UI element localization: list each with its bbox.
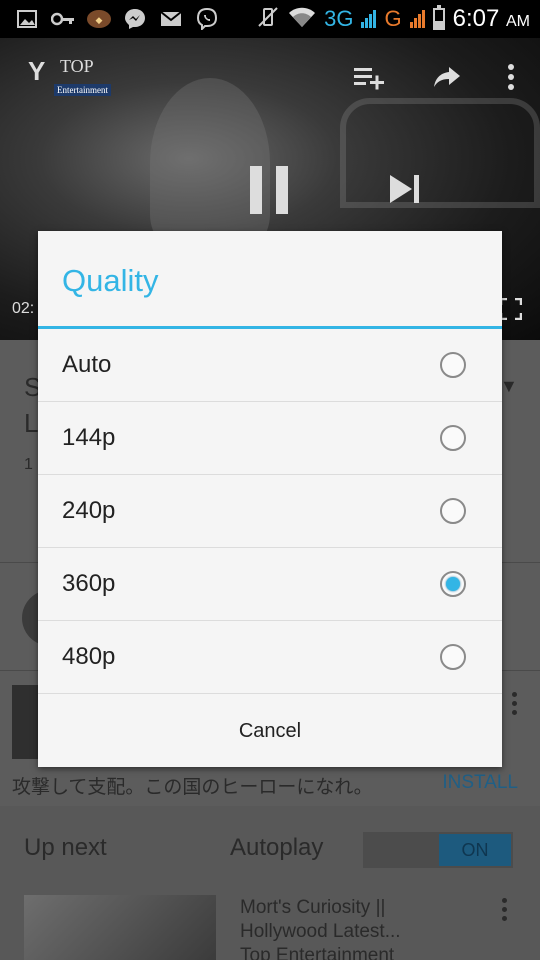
clock-time: 6:07 — [452, 5, 500, 32]
logo-mark-icon: Y — [28, 56, 46, 86]
pause-icon-bar-right — [276, 166, 288, 214]
quality-option-360p[interactable]: 360p — [38, 548, 502, 621]
add-to-playlist-icon[interactable] — [352, 60, 386, 94]
quality-option-label: 240p — [62, 497, 116, 524]
ad-more-options-icon[interactable] — [512, 692, 518, 719]
install-button[interactable]: INSTALL — [442, 772, 518, 794]
quality-option-label: Auto — [62, 351, 112, 378]
next-video-info[interactable]: Mort's Curiosity || Hollywood Latest... … — [240, 896, 430, 960]
vibrate-mute-icon — [256, 5, 280, 33]
up-next-section: Up next Autoplay ON Mort's Curiosity || … — [0, 806, 540, 960]
notification-icons: ◆ — [14, 5, 220, 33]
quality-dialog: Quality Auto 144p 240p 360p 480p Cancel — [38, 231, 502, 767]
autoplay-label: Autoplay — [230, 834, 324, 861]
next-video-icon[interactable] — [388, 172, 422, 206]
next-video-thumbnail[interactable] — [24, 895, 216, 960]
cancel-button[interactable]: Cancel — [38, 695, 502, 767]
wifi-icon — [288, 6, 316, 32]
quality-options-list: Auto 144p 240p 360p 480p — [38, 329, 502, 694]
clock: 6:07 AM — [453, 5, 530, 33]
network-3g-label: 3G — [324, 6, 354, 31]
viber-icon — [194, 8, 220, 30]
autoplay-toggle-state: ON — [439, 834, 511, 866]
network-g-label: G — [384, 6, 402, 31]
gmail-icon — [158, 8, 184, 30]
clock-ampm: AM — [506, 13, 530, 30]
quality-option-480p[interactable]: 480p — [38, 621, 502, 694]
svg-text:◆: ◆ — [96, 16, 103, 26]
signal-strength-sim2-icon — [409, 10, 425, 28]
next-video-channel: Top Entertainment — [240, 945, 395, 960]
radio-button[interactable] — [440, 352, 466, 378]
messenger-icon — [122, 8, 148, 30]
ad-description: 攻撃して支配。この国のヒーローになれ。 — [12, 776, 373, 798]
battery-icon — [432, 5, 445, 30]
logo-text: TOP — [60, 56, 94, 76]
quality-option-label: 360p — [62, 570, 116, 597]
video-title-fragment-2: L — [24, 408, 39, 438]
video-meta-fragment: 1 — [24, 456, 33, 473]
radio-button[interactable] — [440, 644, 466, 670]
signal-strength-icon — [361, 10, 377, 28]
radio-button[interactable] — [440, 425, 466, 451]
video-frame-figure — [150, 78, 270, 248]
fullscreen-icon[interactable] — [499, 297, 523, 321]
game-icon: ◆ — [86, 8, 112, 30]
pause-icon-bar-left — [250, 166, 262, 214]
more-options-icon[interactable] — [494, 60, 528, 94]
share-icon[interactable] — [430, 60, 464, 94]
quality-option-240p[interactable]: 240p — [38, 475, 502, 548]
up-next-label: Up next — [24, 834, 107, 861]
video-frame-car — [340, 98, 540, 208]
elapsed-time: 02: — [12, 300, 35, 317]
logo-subtext: Entertainment — [54, 84, 111, 96]
next-video-title: Mort's Curiosity || Hollywood Latest... — [240, 897, 401, 942]
autoplay-toggle[interactable]: ON — [363, 832, 513, 868]
pause-button[interactable] — [250, 166, 290, 214]
image-icon — [14, 8, 40, 30]
quality-option-label: 144p — [62, 424, 116, 451]
radio-button[interactable] — [440, 571, 466, 597]
radio-button[interactable] — [440, 498, 466, 524]
expand-description-icon[interactable]: ▼ — [500, 376, 518, 397]
quality-option-auto[interactable]: Auto — [38, 329, 502, 402]
dialog-title: Quality — [62, 263, 159, 298]
key-icon — [50, 8, 76, 30]
next-video-more-options-icon[interactable] — [502, 898, 508, 925]
channel-logo: Y TOP Entertainment — [28, 56, 111, 104]
status-bar: ◆ 3G G 6:07 AM — [0, 0, 540, 38]
system-indicators: 3G G 6:07 AM — [256, 4, 530, 34]
battery-level — [434, 20, 443, 28]
quality-option-144p[interactable]: 144p — [38, 402, 502, 475]
quality-option-label: 480p — [62, 643, 116, 670]
